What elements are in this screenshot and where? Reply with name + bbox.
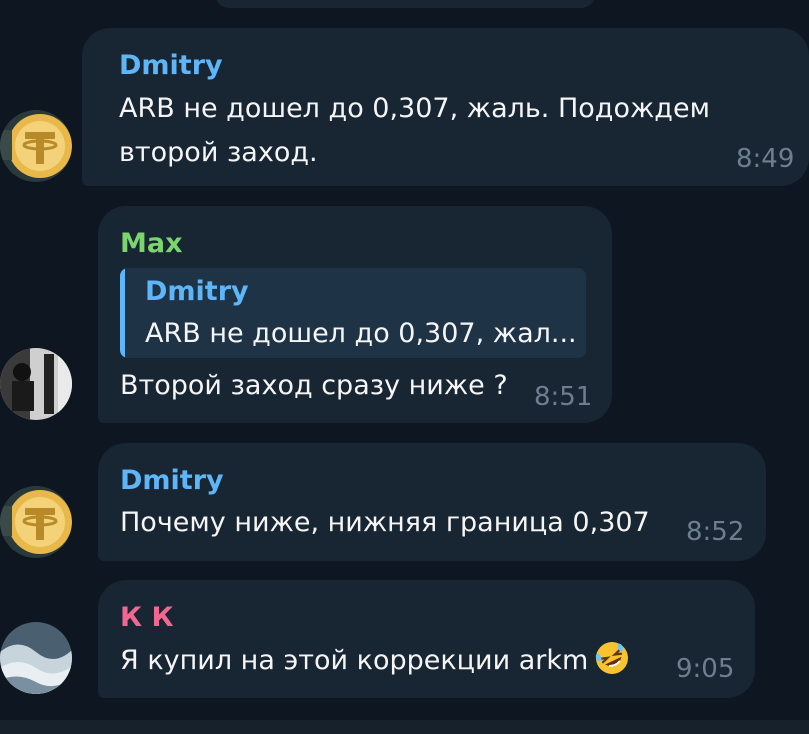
sender-name[interactable]: К К bbox=[120, 602, 174, 633]
message-text: Почему ниже, нижняя граница 0,307 bbox=[120, 507, 650, 538]
avatar[interactable] bbox=[0, 110, 72, 182]
reply-accent-bar bbox=[120, 268, 125, 358]
sender-name[interactable]: Max bbox=[120, 228, 183, 259]
message-time: 8:49 bbox=[736, 144, 795, 174]
message-text: Второй заход сразу ниже ? bbox=[120, 370, 508, 401]
reply-quote[interactable]: Dmitry ARB не дошел до 0,307, жал... bbox=[120, 268, 586, 358]
previous-message-bubble[interactable] bbox=[215, 0, 595, 8]
reply-text: ARB не дошел до 0,307, жал... bbox=[145, 318, 577, 349]
message-text-line-1: ARB не дошел до 0,307, жаль. Подождем bbox=[119, 93, 710, 124]
tether-coin-icon bbox=[0, 110, 72, 182]
reply-author: Dmitry bbox=[145, 276, 249, 307]
message-time: 9:05 bbox=[676, 654, 735, 684]
message-text-row: Я купил на этой коррекции arkm bbox=[120, 638, 630, 683]
message-text-line-2: второй заход. bbox=[119, 137, 318, 168]
message-time: 8:52 bbox=[686, 517, 745, 547]
message-time: 8:51 bbox=[534, 382, 593, 412]
avatar[interactable] bbox=[0, 486, 72, 558]
message-bubble[interactable]: Dmitry ARB не дошел до 0,307, жаль. Подо… bbox=[82, 28, 809, 186]
avatar[interactable] bbox=[0, 622, 72, 694]
message-text: Я купил на этой коррекции arkm bbox=[120, 645, 589, 676]
chat-history: Dmitry ARB не дошел до 0,307, жаль. Подо… bbox=[0, 0, 809, 734]
sender-name[interactable]: Dmitry bbox=[119, 50, 223, 81]
message-bubble[interactable]: Dmitry Почему ниже, нижняя граница 0,307… bbox=[98, 443, 766, 561]
message-input-area[interactable] bbox=[0, 720, 809, 734]
photo-avatar-icon bbox=[0, 348, 72, 420]
message-bubble[interactable]: К К Я купил на этой коррекции arkm 9:05 bbox=[98, 580, 755, 698]
wave-photo-icon bbox=[0, 622, 72, 694]
tether-coin-icon bbox=[0, 486, 72, 558]
sender-name[interactable]: Dmitry bbox=[120, 465, 224, 496]
rolling-on-floor-laughing-emoji-icon bbox=[594, 640, 630, 676]
avatar[interactable] bbox=[0, 348, 72, 420]
message-bubble[interactable]: Max Dmitry ARB не дошел до 0,307, жал...… bbox=[98, 206, 612, 423]
